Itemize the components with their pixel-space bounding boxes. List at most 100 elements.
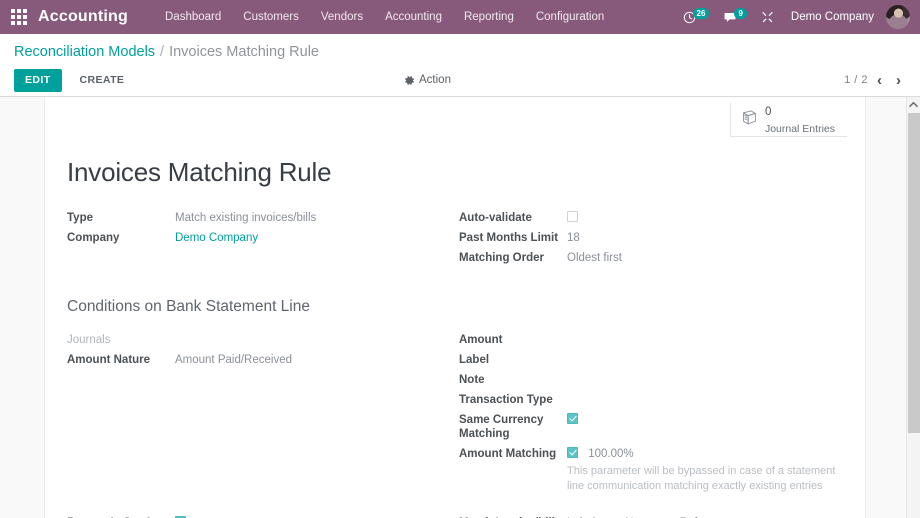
avatar-image	[886, 5, 910, 29]
field-value-label[interactable]	[567, 352, 843, 372]
field-value-amount[interactable]	[567, 332, 843, 352]
field-value-amount-nature[interactable]: Amount Paid/Received	[175, 352, 455, 372]
edit-button[interactable]: EDIT	[14, 69, 62, 92]
breadcrumb-separator: /	[160, 44, 164, 60]
debug-menu-button[interactable]	[754, 0, 781, 34]
field-label-amount: Amount	[459, 332, 567, 352]
field-row-amount-matching: Amount Matching 100.00% This parameter w…	[459, 446, 843, 499]
checkbox-same-currency-matching[interactable]	[567, 413, 578, 424]
field-row-note: Note	[459, 372, 843, 392]
field-label-amount-matching: Amount Matching	[459, 446, 567, 499]
field-value-auto-validate	[567, 210, 843, 230]
company-link[interactable]: Demo Company	[175, 232, 258, 244]
user-avatar[interactable]	[886, 5, 910, 29]
breadcrumb: Reconciliation Models / Invoices Matchin…	[14, 34, 906, 64]
action-menu-label: Action	[419, 74, 451, 86]
bottom-field-group: Partner Is Set & Matches Restrict Partne…	[67, 499, 843, 518]
menu-item-vendors[interactable]: Vendors	[310, 0, 374, 34]
amount-matching-help-text: This parameter will be bypassed in case …	[567, 461, 843, 494]
field-row-same-currency-matching: Same Currency Matching	[459, 412, 843, 446]
top-navbar: Accounting Dashboard Customers Vendors A…	[0, 0, 920, 34]
menu-item-customers[interactable]: Customers	[232, 0, 310, 34]
field-row-past-months-limit: Past Months Limit 18	[459, 230, 843, 250]
menu-item-reporting[interactable]: Reporting	[453, 0, 525, 34]
page-title: Invoices Matching Rule	[67, 143, 843, 210]
breadcrumb-link-reconciliation-models[interactable]: Reconciliation Models	[14, 44, 155, 60]
main-group-left: Type Match existing invoices/bills Compa…	[67, 210, 455, 270]
field-value-same-currency-matching	[567, 412, 843, 446]
field-label-same-currency-matching: Same Currency Matching	[459, 412, 567, 446]
app-brand-title: Accounting	[38, 8, 154, 26]
field-label-label: Label	[459, 352, 567, 372]
field-row-type: Type Match existing invoices/bills	[67, 210, 455, 230]
breadcrumb-current-record: Invoices Matching Rule	[169, 44, 319, 60]
field-value-type[interactable]: Match existing invoices/bills	[175, 210, 455, 230]
stat-button-label: Journal Entries	[765, 123, 835, 135]
messages-count-badge: 9	[734, 8, 746, 19]
activities-menu-button[interactable]: 26	[676, 0, 717, 34]
menu-item-accounting[interactable]: Accounting	[374, 0, 453, 34]
vertical-scrollbar[interactable]	[906, 97, 920, 518]
activities-count-badge: 26	[693, 8, 710, 19]
field-row-amount-nature: Amount Nature Amount Paid/Received	[67, 352, 455, 372]
field-row-journals: Journals	[67, 332, 455, 352]
field-label-matching-order: Matching Order	[459, 250, 567, 270]
apps-grid-icon	[11, 9, 27, 25]
field-value-past-months-limit[interactable]: 18	[567, 230, 843, 250]
field-label-company: Company	[67, 230, 175, 250]
scrollbar-thumb[interactable]	[908, 113, 920, 433]
record-pager: 1 / 2 ‹ ›	[844, 73, 906, 88]
field-row-matching-order: Matching Order Oldest first	[459, 250, 843, 270]
control-panel: Reconciliation Models / Invoices Matchin…	[0, 34, 920, 97]
field-label-type: Type	[67, 210, 175, 230]
conditions-field-group: Journals Amount Nature Amount Paid/Recei…	[67, 332, 843, 499]
field-label-journals: Journals	[67, 332, 175, 352]
form-body: Invoices Matching Rule Type Match existi…	[45, 137, 865, 518]
create-button[interactable]: CREATE	[70, 69, 135, 92]
field-value-note[interactable]	[567, 372, 843, 392]
control-panel-buttons: EDIT CREATE Action 1 / 2 ‹ ›	[14, 64, 906, 96]
field-label-auto-validate: Auto-validate	[459, 210, 567, 230]
pager-previous-button[interactable]: ‹	[872, 73, 887, 88]
chevron-up-icon	[909, 101, 918, 108]
section-heading-conditions: Conditions on Bank Statement Line	[67, 270, 843, 332]
field-label-note: Note	[459, 372, 567, 392]
field-row-company: Company Demo Company	[67, 230, 455, 250]
menu-item-dashboard[interactable]: Dashboard	[154, 0, 232, 34]
field-value-matching-order[interactable]: Oldest first	[567, 250, 843, 270]
conditions-group-left: Journals Amount Nature Amount Paid/Recei…	[67, 332, 455, 499]
stat-button-box: 0 Journal Entries	[45, 97, 865, 137]
field-label-transaction-type: Transaction Type	[459, 392, 567, 412]
scroll-up-button[interactable]	[907, 97, 920, 111]
navbar-right-tools: 26 9 Demo Company	[676, 0, 920, 34]
apps-menu-button[interactable]	[0, 0, 38, 34]
main-group-right: Auto-validate Past Months Limit 18 Match…	[455, 210, 843, 270]
messages-menu-button[interactable]: 9	[716, 0, 753, 34]
field-value-amount-matching: 100.00% This parameter will be bypassed …	[567, 446, 843, 499]
field-value-journals[interactable]	[175, 332, 455, 352]
menu-item-configuration[interactable]: Configuration	[525, 0, 615, 34]
field-row-label: Label	[459, 352, 843, 372]
field-row-amount: Amount	[459, 332, 843, 352]
field-value-transaction-type[interactable]	[567, 392, 843, 412]
field-row-auto-validate: Auto-validate	[459, 210, 843, 230]
field-label-past-months-limit: Past Months Limit	[459, 230, 567, 250]
company-switcher[interactable]: Demo Company	[781, 11, 884, 23]
stat-button-journal-entries[interactable]: 0 Journal Entries	[730, 103, 847, 137]
pager-counter: 1 / 2	[844, 74, 868, 86]
form-view-container: 0 Journal Entries Invoices Matching Rule…	[0, 97, 920, 518]
action-menu-button[interactable]: Action	[404, 74, 451, 86]
pager-next-button[interactable]: ›	[891, 73, 906, 88]
form-sheet: 0 Journal Entries Invoices Matching Rule…	[44, 97, 866, 518]
stat-button-text: 0 Journal Entries	[765, 103, 835, 137]
main-menu: Dashboard Customers Vendors Accounting R…	[154, 0, 615, 34]
checkbox-amount-matching[interactable]	[567, 447, 578, 458]
bug-tools-icon	[761, 11, 774, 24]
amount-matching-percent[interactable]: 100.00%	[588, 448, 633, 460]
main-field-group: Type Match existing invoices/bills Compa…	[67, 210, 843, 270]
conditions-group-right: Amount Label Note Transaction Type	[455, 332, 843, 499]
checkbox-auto-validate[interactable]	[567, 211, 578, 222]
gear-icon	[404, 75, 415, 86]
field-label-amount-nature: Amount Nature	[67, 352, 175, 372]
field-row-transaction-type: Transaction Type	[459, 392, 843, 412]
